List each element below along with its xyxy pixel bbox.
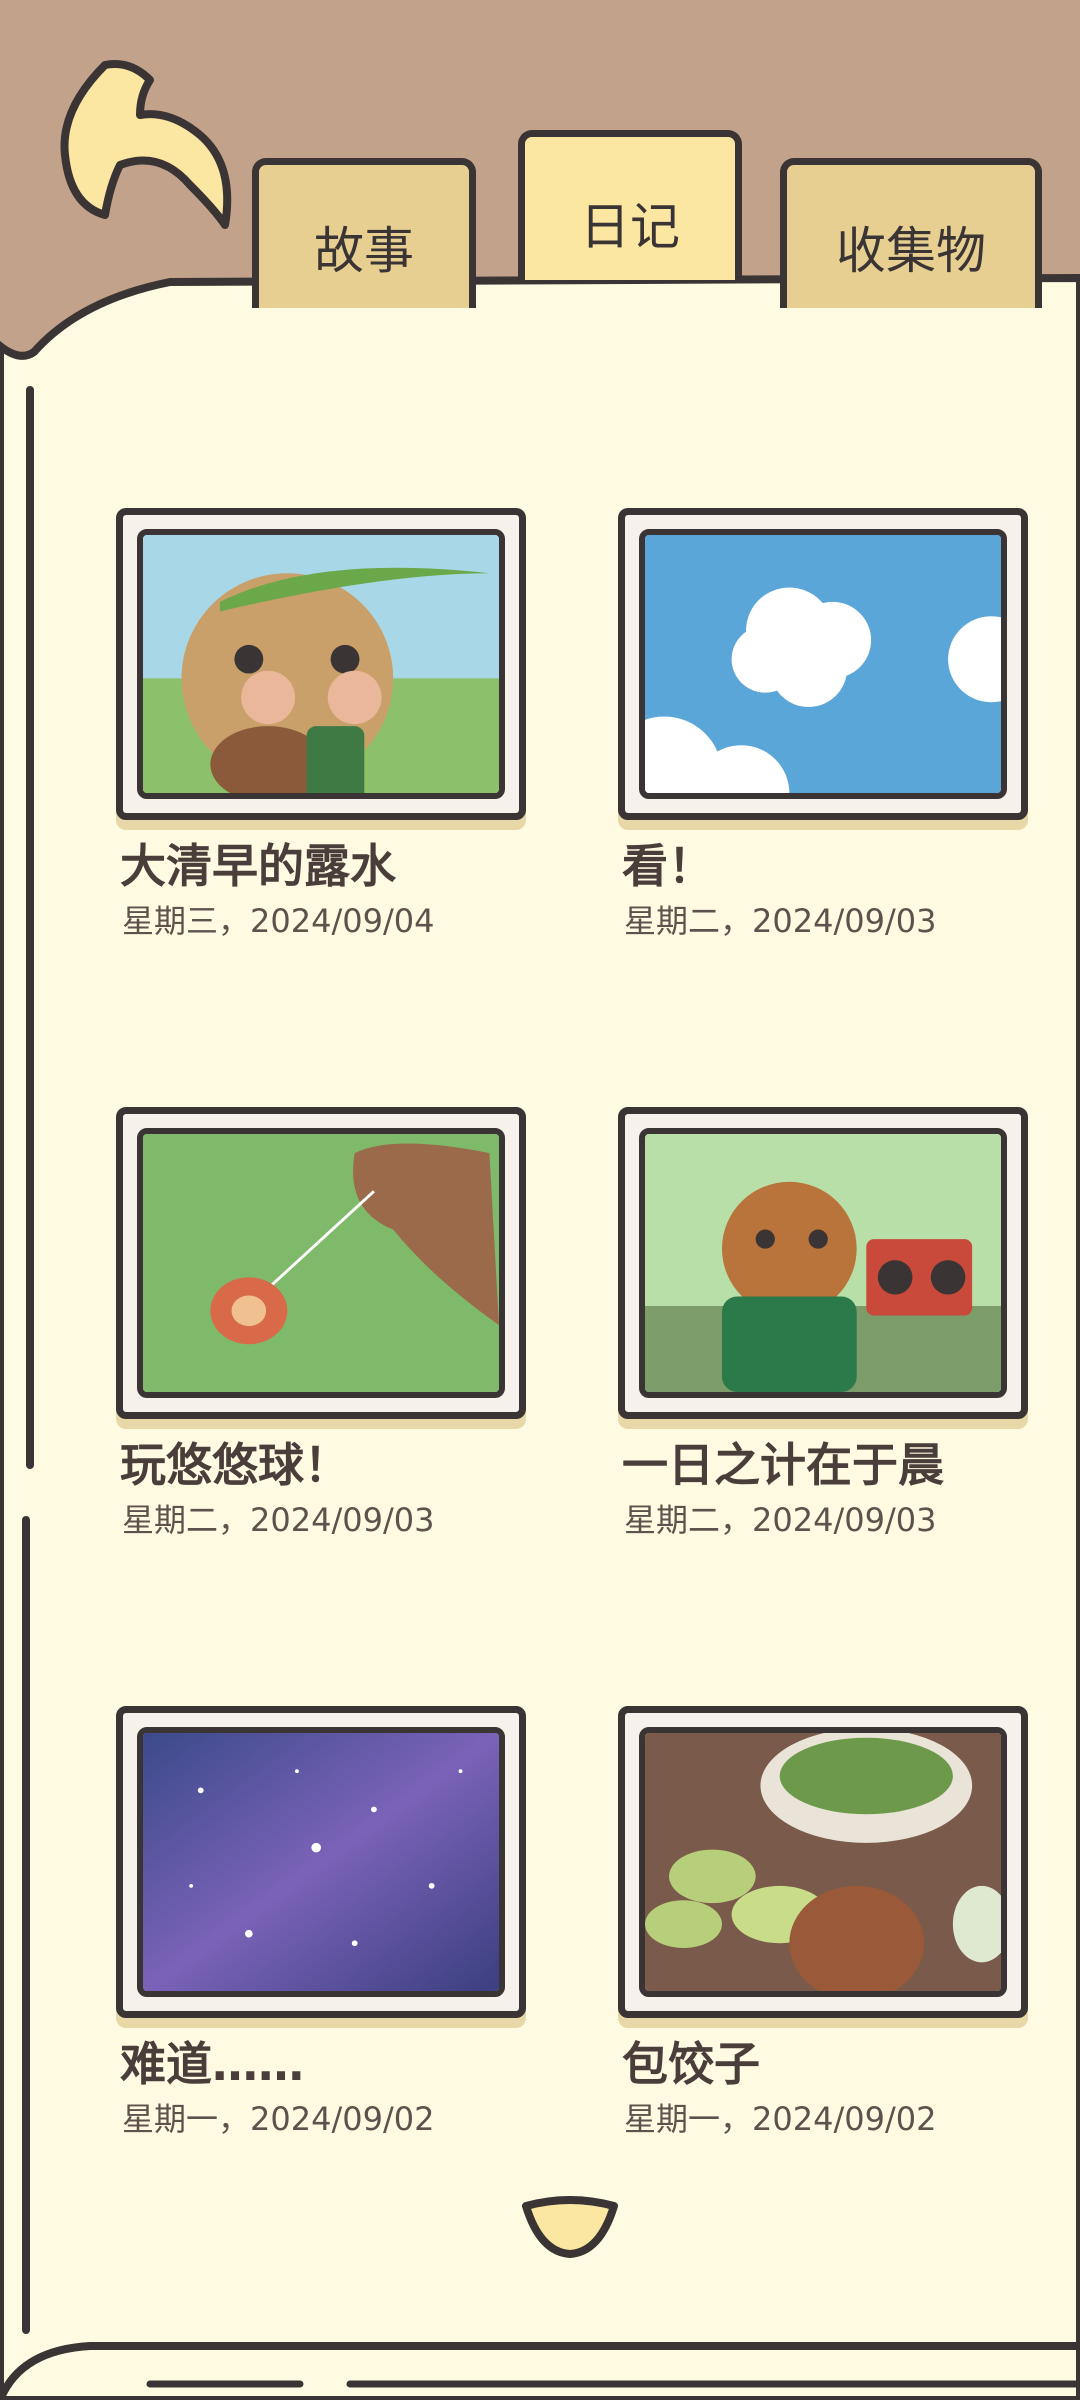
diary-date: 星期一，2024/09/02 bbox=[122, 2100, 435, 2138]
diary-photo[interactable] bbox=[116, 1107, 526, 1419]
diary-date: 星期二，2024/09/03 bbox=[624, 902, 937, 940]
making-dumplings-image bbox=[645, 1733, 1001, 1991]
diary-title: 难道…… bbox=[120, 2037, 304, 2091]
tab-collection-label: 收集物 bbox=[836, 222, 986, 280]
diary-title: 一日之计在于晨 bbox=[622, 1438, 944, 1492]
diary-date: 星期二，2024/09/03 bbox=[122, 1501, 435, 1539]
diary-date: 星期二，2024/09/03 bbox=[624, 1501, 937, 1539]
diary-title: 大清早的露水 bbox=[120, 839, 396, 893]
yoyo-on-grass-image bbox=[143, 1134, 499, 1392]
diary-title: 看！ bbox=[622, 839, 714, 893]
tab-diary[interactable]: 日记 bbox=[518, 130, 742, 280]
tab-diary-label: 日记 bbox=[580, 198, 680, 256]
diary-title: 包饺子 bbox=[622, 2037, 760, 2091]
tab-story[interactable]: 故事 bbox=[252, 158, 476, 308]
tab-story-label: 故事 bbox=[314, 222, 414, 280]
diary-photo[interactable] bbox=[116, 1706, 526, 2018]
back-arrow-icon[interactable] bbox=[50, 55, 250, 245]
cloud-in-sky-image bbox=[645, 535, 1001, 793]
tab-collection[interactable]: 收集物 bbox=[780, 158, 1042, 308]
squirrel-with-radio-image bbox=[645, 1134, 1001, 1392]
diary-photo[interactable] bbox=[116, 508, 526, 820]
starry-night-sky-image bbox=[143, 1733, 499, 1991]
diary-photo[interactable] bbox=[618, 1706, 1028, 2018]
diary-date: 星期一，2024/09/02 bbox=[624, 2100, 937, 2138]
diary-date: 星期三，2024/09/04 bbox=[122, 902, 435, 940]
diary-photo[interactable] bbox=[618, 508, 1028, 820]
squirrel-dew-drop-image bbox=[143, 535, 499, 793]
diary-title: 玩悠悠球！ bbox=[120, 1438, 350, 1492]
chevron-down-icon[interactable] bbox=[520, 2196, 620, 2260]
diary-photo[interactable] bbox=[618, 1107, 1028, 1419]
